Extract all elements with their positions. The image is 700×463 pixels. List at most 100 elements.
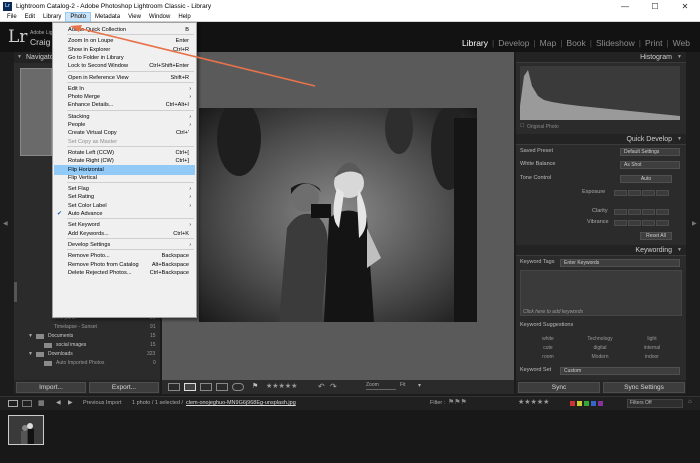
folder-row[interactable]: social images 15	[14, 341, 160, 350]
rating-stars-icon[interactable]: ★★★★★	[266, 382, 297, 390]
keyword-suggestion[interactable]: white	[524, 336, 572, 342]
vibrance-plus-large[interactable]	[656, 220, 669, 226]
reset-all-button[interactable]: Reset All	[640, 232, 672, 240]
panel-scrollbar[interactable]	[14, 282, 17, 302]
compare-view-icon[interactable]	[200, 383, 212, 391]
menu-item-delete-rejected-photos[interactable]: Delete Rejected Photos... Ctrl+Backspace	[54, 268, 195, 278]
back-arrow-icon[interactable]: ◀	[56, 399, 61, 406]
folder-expand-icon[interactable]: ▼	[28, 333, 33, 339]
yellow-label-filter[interactable]	[577, 401, 582, 406]
photo-preview[interactable]	[199, 108, 477, 322]
second-window-icon[interactable]	[22, 400, 32, 407]
auto-tone-button[interactable]: Auto	[620, 175, 672, 183]
forward-arrow-icon[interactable]: ▶	[68, 399, 73, 406]
navigator-toggle-icon[interactable]: ▼	[17, 54, 22, 60]
folder-expand-icon[interactable]: ▼	[28, 351, 33, 357]
source-label[interactable]: Previous Import	[83, 400, 122, 406]
menu-library[interactable]: Library	[39, 12, 65, 22]
flag-filter-icon[interactable]: ⚑⚑⚑	[448, 398, 467, 406]
navigator-preview[interactable]	[20, 68, 52, 156]
clarity-minus[interactable]	[628, 209, 641, 215]
right-panel-edge[interactable]: ▶	[688, 52, 700, 380]
sync-settings-button[interactable]: Sync Settings	[603, 382, 685, 393]
collapse-triangle-icon[interactable]: ▼	[677, 134, 682, 145]
menu-edit[interactable]: Edit	[21, 12, 39, 22]
folder-row[interactable]: ▼ Documents 15	[14, 332, 160, 341]
maximize-button[interactable]: ☐	[640, 0, 670, 12]
menu-metadata[interactable]: Metadata	[91, 12, 124, 22]
folder-row[interactable]: Timelapse - Sunset 91	[14, 323, 160, 332]
menu-view[interactable]: View	[124, 12, 145, 22]
keyword-suggestion[interactable]: digital	[576, 345, 624, 351]
blue-label-filter[interactable]	[591, 401, 596, 406]
close-button[interactable]: ✕	[670, 0, 700, 12]
white-balance-select[interactable]: As Shot	[620, 161, 680, 169]
filename-label[interactable]: clem-onojeghuo-MN9G6j968Eg-unsplash.jpg	[186, 400, 296, 406]
module-web[interactable]: Web	[669, 38, 694, 48]
module-book[interactable]: Book	[562, 38, 589, 48]
clarity-plus[interactable]	[642, 209, 655, 215]
loupe-view-icon[interactable]	[184, 383, 196, 391]
filters-select[interactable]: Filters Off	[627, 399, 683, 408]
keywording-header[interactable]: Keywording ▼	[516, 245, 686, 256]
folder-row[interactable]: ▼ Downloads 323	[14, 350, 160, 359]
collapse-left-icon[interactable]: ◀	[3, 220, 8, 227]
vibrance-minus-large[interactable]	[614, 220, 627, 226]
green-label-filter[interactable]	[584, 401, 589, 406]
filmstrip-thumbnail[interactable]	[8, 415, 44, 445]
module-map[interactable]: Map	[536, 38, 561, 48]
vibrance-plus[interactable]	[642, 220, 655, 226]
collapse-right-icon[interactable]: ▶	[692, 220, 697, 227]
purple-label-filter[interactable]	[598, 401, 603, 406]
module-library[interactable]: Library	[458, 38, 492, 48]
keyword-suggestion[interactable]: internal	[628, 345, 676, 351]
exposure-plus-large[interactable]	[656, 190, 669, 196]
sync-button[interactable]: Sync	[518, 382, 600, 393]
grid-view-icon[interactable]	[168, 383, 180, 391]
survey-view-icon[interactable]	[216, 383, 228, 391]
folder-row[interactable]: Auto Imported Photos 0	[14, 359, 160, 368]
histogram-header[interactable]: Histogram ▼	[516, 52, 686, 63]
people-view-icon[interactable]	[232, 383, 244, 391]
exposure-plus[interactable]	[642, 190, 655, 196]
keyword-set-select[interactable]: Custom	[560, 367, 680, 375]
keyword-suggestion[interactable]: indoor	[628, 354, 676, 360]
exposure-minus-large[interactable]	[614, 190, 627, 196]
minimize-button[interactable]: —	[610, 0, 640, 12]
menu-photo[interactable]: Photo	[65, 11, 92, 22]
toolbar-menu-icon[interactable]: ▾	[418, 382, 421, 389]
zoom-slider[interactable]	[366, 389, 396, 390]
keyword-tags-select[interactable]: Enter Keywords	[560, 259, 680, 267]
rating-filter-icon[interactable]: ★★★★★	[518, 398, 549, 406]
clarity-plus-large[interactable]	[656, 209, 669, 215]
vibrance-minus[interactable]	[628, 220, 641, 226]
collapse-triangle-icon[interactable]: ▼	[677, 245, 682, 256]
menu-window[interactable]: Window	[145, 12, 174, 22]
keyword-suggestion[interactable]: Technology	[576, 336, 624, 342]
grid-icon[interactable]: ▦	[38, 399, 45, 407]
keyword-tags-box[interactable]: Click here to add keywords	[520, 270, 682, 316]
module-develop[interactable]: Develop	[494, 38, 533, 48]
keyword-suggestion[interactable]: Modern	[576, 354, 624, 360]
rotate-left-icon[interactable]: ↶	[318, 382, 325, 391]
red-label-filter[interactable]	[570, 401, 575, 406]
original-photo-checkbox[interactable]: ☐	[520, 123, 524, 129]
keyword-suggestion[interactable]: room	[524, 354, 572, 360]
main-window-icon[interactable]	[8, 400, 18, 407]
menu-file[interactable]: File	[3, 12, 21, 22]
module-slideshow[interactable]: Slideshow	[592, 38, 639, 48]
keyword-suggestion[interactable]: light	[628, 336, 676, 342]
flag-icon[interactable]: ⚑	[252, 382, 258, 390]
exposure-minus[interactable]	[628, 190, 641, 196]
rotate-right-icon[interactable]: ↷	[330, 382, 337, 391]
module-print[interactable]: Print	[641, 38, 666, 48]
filter-lock-icon[interactable]: ⌂	[688, 399, 692, 405]
export-button[interactable]: Export...	[89, 382, 159, 393]
keyword-suggestion[interactable]: cute	[524, 345, 572, 351]
quick-develop-header[interactable]: Quick Develop ▼	[516, 134, 686, 145]
import-button[interactable]: Import...	[16, 382, 86, 393]
left-panel-edge[interactable]: ◀	[0, 52, 12, 380]
menu-help[interactable]: Help	[174, 12, 194, 22]
clarity-minus-large[interactable]	[614, 209, 627, 215]
saved-preset-select[interactable]: Default Settings	[620, 148, 680, 156]
